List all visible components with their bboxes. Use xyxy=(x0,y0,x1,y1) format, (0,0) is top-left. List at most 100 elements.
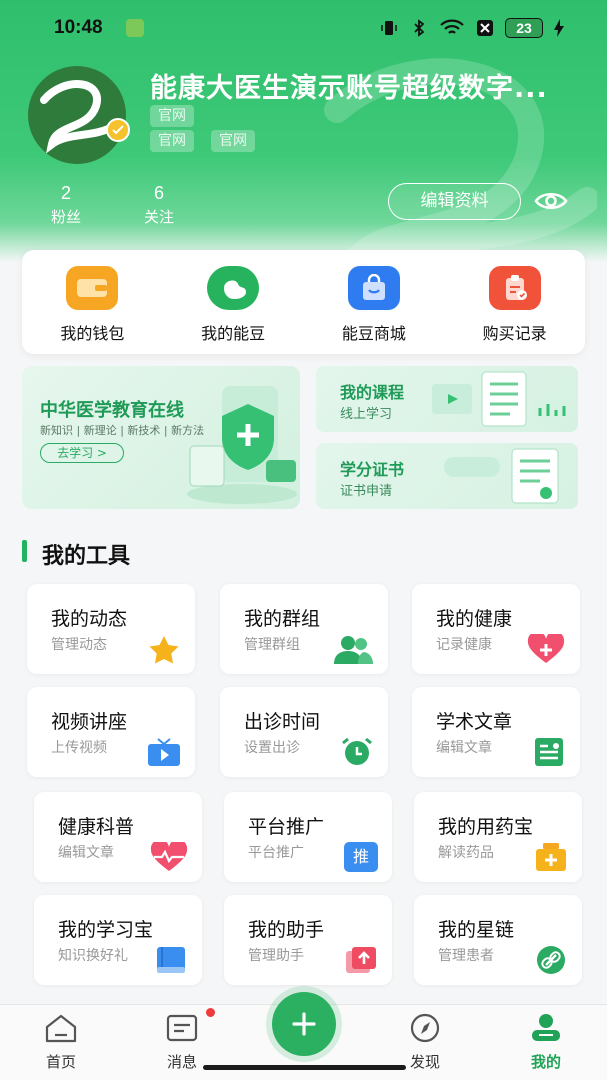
vibrate-icon xyxy=(381,21,397,35)
tool-subtitle: 编辑文章 xyxy=(436,740,492,756)
banner-title: 中华医学教育在线 xyxy=(40,400,184,421)
tool-title: 我的健康 xyxy=(436,608,513,630)
quick-action-beans[interactable]: 我的能豆 xyxy=(163,250,304,354)
tool-subtitle: 解读药品 xyxy=(438,845,494,861)
education-banner[interactable]: 中华医学教育在线 新知识 | 新理论 | 新技术 | 新方法 去学习 > xyxy=(22,366,300,509)
tool-medication-guide[interactable]: 我的用药宝 解读药品 xyxy=(414,792,582,882)
tool-subtitle: 管理助手 xyxy=(248,948,304,964)
tool-my-health[interactable]: 我的健康 记录健康 xyxy=(412,584,580,674)
charging-icon xyxy=(554,19,564,37)
section-title: 我的工具 xyxy=(42,544,131,569)
certificate-banner[interactable]: 学分证书 证书申请 xyxy=(316,443,578,509)
profile-icon xyxy=(532,1014,560,1041)
plus-icon xyxy=(292,1012,316,1036)
followers-count: 2 xyxy=(60,183,71,203)
tool-star-chain[interactable]: 我的星链 管理患者 xyxy=(414,895,582,985)
tool-my-posts[interactable]: 我的动态 管理动态 xyxy=(27,584,195,674)
tab-label: 我的 xyxy=(530,1053,561,1071)
quick-action-label: 能豆商城 xyxy=(341,324,406,343)
unread-badge xyxy=(206,1008,215,1017)
status-time: 10:48 xyxy=(54,17,103,38)
status-icons: 23 xyxy=(379,18,565,38)
tool-platform-promotion[interactable]: 平台推广 平台推广 推 xyxy=(224,792,392,882)
following-count: 6 xyxy=(153,183,164,203)
home-indicator[interactable] xyxy=(203,1065,406,1070)
tool-title: 我的用药宝 xyxy=(438,816,534,838)
quick-action-wallet[interactable]: 我的钱包 xyxy=(22,250,163,354)
medicine-box-icon xyxy=(536,843,566,871)
tool-subtitle: 管理群组 xyxy=(244,637,300,653)
courses-title: 我的课程 xyxy=(340,383,405,402)
tool-health-education[interactable]: 健康科普 编辑文章 xyxy=(34,792,202,882)
tab-discover[interactable]: 发现 xyxy=(390,1013,460,1072)
heartbeat-icon xyxy=(150,842,188,871)
tool-subtitle: 管理患者 xyxy=(438,948,494,964)
quick-action-purchases[interactable]: 购买记录 xyxy=(444,250,585,354)
go-learn-button[interactable]: 去学习 > xyxy=(40,443,124,463)
tool-title: 健康科普 xyxy=(58,816,135,838)
tool-academic-articles[interactable]: 学术文章 编辑文章 xyxy=(412,687,580,777)
app-notification-icon xyxy=(126,19,144,37)
edit-profile-button[interactable]: 编辑资料 xyxy=(388,183,521,220)
quick-action-label: 我的钱包 xyxy=(60,324,125,343)
promote-icon: 推 xyxy=(344,842,378,872)
bluetooth-icon xyxy=(414,19,425,37)
quick-actions-card: 我的钱包 我的能豆 能豆商城 购买记录 xyxy=(22,250,585,354)
tab-messages[interactable]: 消息 xyxy=(147,1013,217,1072)
tool-title: 出诊时间 xyxy=(244,711,321,733)
tab-label: 首页 xyxy=(45,1053,76,1071)
book-icon xyxy=(157,947,185,973)
tool-title: 我的星链 xyxy=(438,919,515,941)
profile-tag: 官网 xyxy=(150,105,194,127)
certificate-illustration-icon xyxy=(444,448,559,504)
tool-title: 我的群组 xyxy=(244,608,321,630)
tool-subtitle: 编辑文章 xyxy=(58,845,114,861)
sim-off-icon xyxy=(477,20,493,36)
tool-subtitle: 记录健康 xyxy=(436,637,492,653)
tool-learning-treasure[interactable]: 我的学习宝 知识换好礼 xyxy=(34,895,202,985)
eye-icon[interactable] xyxy=(533,186,569,216)
home-icon xyxy=(45,1014,77,1043)
avatar[interactable] xyxy=(28,66,126,164)
tab-me[interactable]: 我的 xyxy=(511,1013,581,1072)
avatar-logo-icon xyxy=(40,80,118,154)
tool-video-lectures[interactable]: 视频讲座 上传视频 xyxy=(27,687,195,777)
tool-my-assistant[interactable]: 我的助手 管理助手 xyxy=(224,895,392,985)
tool-title: 我的助手 xyxy=(248,919,325,941)
status-bar: 10:48 23 xyxy=(0,0,607,56)
course-illustration-icon xyxy=(432,371,568,427)
profile-name[interactable]: 能康大医生演示账号超级数字... xyxy=(150,66,600,105)
tab-home[interactable]: 首页 xyxy=(26,1013,96,1072)
document-icon xyxy=(535,738,563,766)
tool-subtitle: 平台推广 xyxy=(248,845,304,861)
profile-tag: 官网 xyxy=(211,130,255,152)
tool-my-groups[interactable]: 我的群组 管理群组 xyxy=(220,584,388,674)
upload-icon xyxy=(346,947,376,973)
tool-clinic-hours[interactable]: 出诊时间 设置出诊 xyxy=(220,687,388,777)
tool-title: 学术文章 xyxy=(436,711,513,733)
tool-subtitle: 管理动态 xyxy=(51,637,107,653)
courses-subtitle: 线上学习 xyxy=(340,407,393,422)
followers-stat[interactable]: 2 粉丝 xyxy=(36,183,96,227)
tv-icon xyxy=(148,738,180,766)
banner-subtitle: 新知识 | 新理论 | 新技术 | 新方法 xyxy=(40,424,205,437)
quick-action-label: 购买记录 xyxy=(482,324,547,343)
my-courses-banner[interactable]: 我的课程 线上学习 xyxy=(316,366,578,432)
create-button[interactable] xyxy=(272,992,336,1056)
link-icon xyxy=(537,946,565,974)
medical-shield-illustration-icon xyxy=(187,386,297,504)
compass-icon xyxy=(410,1013,440,1043)
quick-action-label: 我的能豆 xyxy=(201,324,266,343)
tool-title: 我的学习宝 xyxy=(58,919,154,941)
shopping-bag-icon xyxy=(347,266,400,310)
following-label: 关注 xyxy=(143,208,174,226)
wallet-icon xyxy=(66,266,119,310)
tool-title: 平台推广 xyxy=(248,816,325,838)
following-stat[interactable]: 6 关注 xyxy=(129,183,189,227)
group-icon xyxy=(334,636,373,664)
tool-subtitle: 知识换好礼 xyxy=(58,948,128,964)
profile-tag: 官网 xyxy=(150,130,194,152)
quick-action-shop[interactable]: 能豆商城 xyxy=(304,250,445,354)
tool-subtitle: 设置出诊 xyxy=(244,740,300,756)
verified-badge-icon xyxy=(106,118,130,142)
